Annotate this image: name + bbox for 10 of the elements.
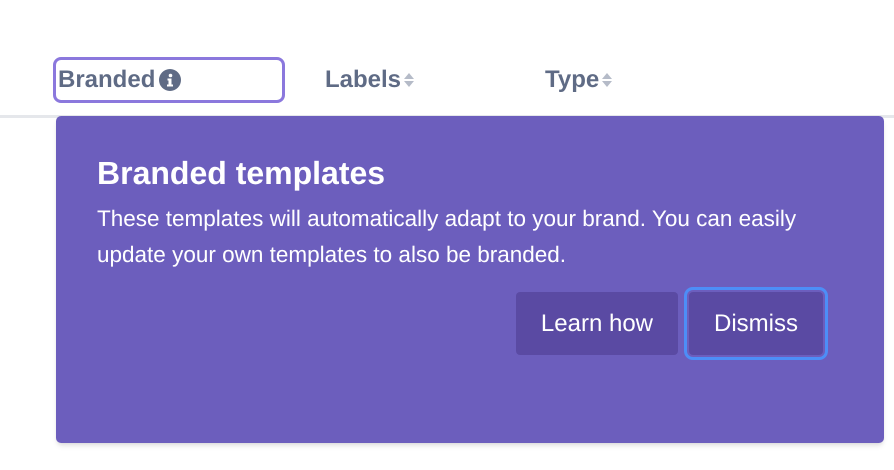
popover-title: Branded templates <box>97 154 386 193</box>
column-header[interactable]: Labels <box>322 57 505 103</box>
sort-icon <box>601 71 614 89</box>
popover-text: These templates will automatically adapt to your brand. You can easily update your own templates to also be branded. <box>97 205 798 269</box>
sort-icon <box>403 71 416 89</box>
popover-button[interactable]: Dismiss <box>689 292 823 355</box>
popover-button[interactable]: Learn how <box>516 292 678 355</box>
column-header[interactable]: Type <box>542 57 692 103</box>
column-header[interactable]: Branded <box>53 57 285 103</box>
info-icon <box>159 69 182 91</box>
